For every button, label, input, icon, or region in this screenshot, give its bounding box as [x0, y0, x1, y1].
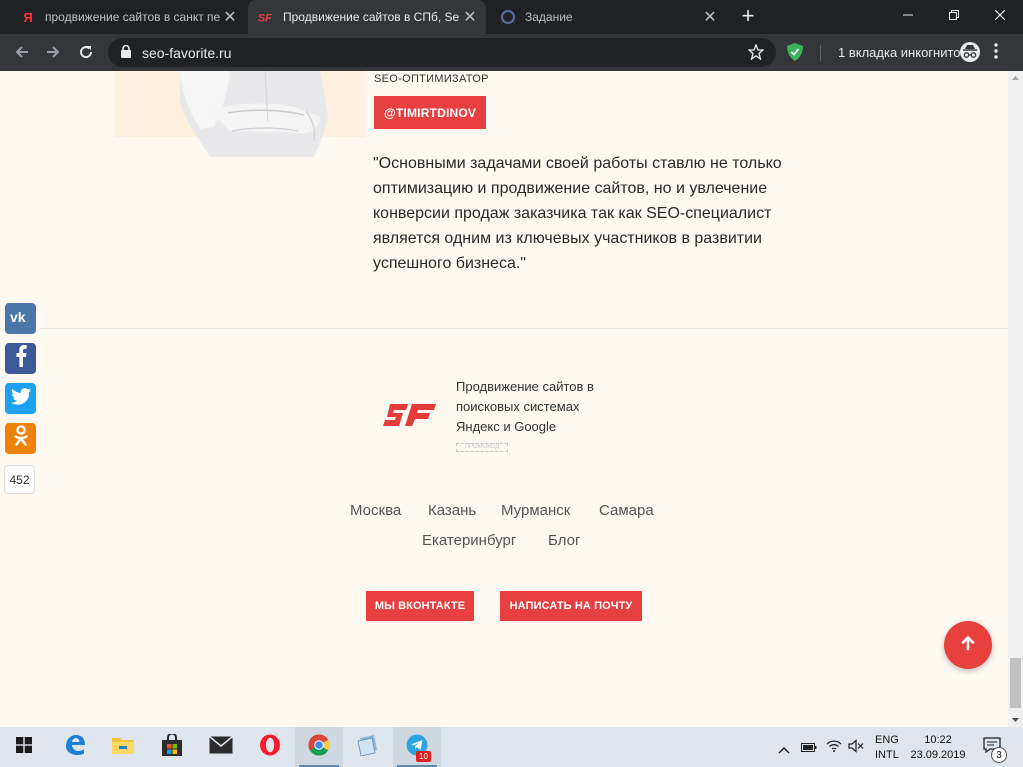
forward-button[interactable] [41, 40, 65, 64]
page-icon [500, 9, 516, 25]
share-facebook-button[interactable] [5, 343, 36, 374]
chrome-icon [308, 734, 330, 761]
close-icon[interactable]: ✕ [460, 7, 480, 27]
incognito-label[interactable]: 1 вкладка инкогнито [838, 45, 961, 60]
tab-yandex-search[interactable]: Я продвижение сайтов в санкт пе ✕ [10, 0, 246, 34]
keyboard-layout: INTL [875, 749, 899, 761]
start-button[interactable] [0, 727, 48, 767]
bookmark-star-icon[interactable] [747, 43, 765, 65]
notification-count-badge: 3 [991, 747, 1007, 763]
tab-seo-favorite[interactable]: SF Продвижение сайтов в СПб, Se ✕ [248, 0, 486, 34]
scroll-up-arrow-icon[interactable] [1008, 71, 1023, 85]
tab-title: Задание [525, 10, 573, 24]
footer-link-ekaterinburg[interactable]: Екатеринбург [422, 532, 516, 549]
mail-icon [209, 735, 233, 759]
keyboard-language[interactable]: ENG INTL [875, 733, 899, 763]
footer-link-blog[interactable]: Блог [548, 532, 580, 549]
address-bar[interactable]: seo-favorite.ru [108, 38, 776, 67]
svg-text:SF: SF [258, 12, 272, 23]
url-text: seo-favorite.ru [142, 45, 232, 61]
folder-icon [111, 735, 135, 760]
windows-logo-icon [16, 736, 32, 758]
telegram-unread-badge: 10 [416, 751, 431, 762]
slogan-line: поисковых системах [456, 399, 580, 414]
share-twitter-button[interactable] [5, 383, 36, 414]
language-code: ENG [875, 734, 899, 746]
adguard-shield-icon[interactable] [787, 43, 803, 66]
slogan-line: Продвижение сайтов в [456, 379, 594, 394]
footer-slogan: Продвижение сайтов в поисковых системах … [456, 377, 626, 437]
opera-icon [259, 734, 281, 761]
author-quote: "Основными задачами своей работы ставлю … [373, 155, 782, 272]
facebook-icon [15, 345, 27, 372]
promo-code-link[interactable]: ПРОМОКОД [456, 443, 508, 452]
back-button[interactable] [10, 40, 34, 64]
incognito-icon[interactable] [959, 42, 981, 67]
tab-title: продвижение сайтов в санкт пе [45, 10, 220, 24]
write-email-button[interactable]: НАПИСАТЬ НА ПОЧТУ [500, 591, 642, 621]
share-odnoklassniki-button[interactable] [5, 423, 36, 454]
show-hidden-icons-chevron-icon[interactable] [778, 741, 790, 759]
close-window-button[interactable] [977, 0, 1023, 30]
battery-icon[interactable] [801, 740, 817, 758]
tab-task[interactable]: Задание ✕ [490, 0, 726, 34]
scrollbar-thumb[interactable] [1010, 658, 1021, 708]
author-role: SEO-ОПТИМИЗАТОР [374, 73, 489, 85]
lock-icon [121, 44, 131, 63]
browser-toolbar: seo-favorite.ru 1 вкладка инкогнито [0, 34, 1023, 71]
seo-favorite-icon: SF [258, 9, 274, 25]
wifi-icon[interactable] [826, 738, 842, 757]
yandex-icon: Я [23, 9, 33, 25]
section-divider [40, 328, 1008, 329]
author-handle-button[interactable]: @TIMIRTDINOV [374, 96, 487, 129]
odnoklassniki-icon [13, 425, 28, 452]
slogan-line: Яндекс и Google [456, 419, 557, 434]
browser-tab-strip: Я продвижение сайтов в санкт пе ✕ SF Про… [0, 0, 1023, 34]
taskbar-opera[interactable] [246, 727, 294, 767]
minimize-button[interactable] [885, 0, 931, 30]
menu-dots-icon[interactable] [994, 43, 998, 64]
volume-muted-icon[interactable] [848, 739, 864, 758]
share-count: 452 [4, 465, 35, 494]
footer-link-moscow[interactable]: Москва [350, 502, 401, 519]
close-icon[interactable]: ✕ [220, 7, 240, 27]
footer-link-samara[interactable]: Самара [599, 502, 654, 519]
taskbar-chrome[interactable] [295, 727, 343, 767]
edge-icon [64, 734, 86, 761]
scroll-down-arrow-icon[interactable] [1008, 713, 1023, 727]
footer-link-kazan[interactable]: Казань [428, 502, 476, 519]
close-icon[interactable]: ✕ [700, 7, 720, 27]
system-clock[interactable]: 10:22 23.09.2019 [908, 733, 968, 763]
reload-button[interactable] [74, 40, 98, 64]
restore-button[interactable] [931, 0, 977, 30]
taskbar-notes-app[interactable] [344, 727, 392, 767]
toolbar-separator [820, 45, 821, 61]
twitter-icon [10, 387, 31, 410]
vk-group-button[interactable]: МЫ ВКОНТАКТЕ [366, 591, 474, 621]
taskbar-file-explorer[interactable] [99, 727, 147, 767]
notepad-icon [357, 734, 379, 761]
store-bag-icon [162, 732, 182, 761]
author-photo [180, 71, 328, 157]
taskbar-mail[interactable] [197, 727, 245, 767]
sf-logo[interactable] [382, 402, 438, 441]
scroll-to-top-button[interactable] [944, 621, 992, 669]
svg-text:vk: vk [10, 310, 26, 323]
share-vk-button[interactable]: vk [5, 303, 36, 334]
tab-title: Продвижение сайтов в СПб, Se [283, 10, 460, 24]
vk-icon: vk [10, 309, 32, 328]
taskbar-edge[interactable] [51, 727, 99, 767]
web-page: SEO-ОПТИМИЗАТОР @TIMIRTDINOV "Основными … [0, 71, 1008, 727]
arrow-up-icon [960, 635, 976, 656]
page-scrollbar[interactable] [1008, 71, 1023, 727]
windows-taskbar: 10 ENG INTL 10:22 23.09.2019 3 [0, 727, 1023, 767]
footer-link-murmansk[interactable]: Мурманск [501, 502, 570, 519]
taskbar-store[interactable] [148, 727, 196, 767]
clock-time: 10:22 [924, 734, 952, 746]
new-tab-button[interactable]: + [736, 5, 760, 29]
clock-date: 23.09.2019 [910, 749, 966, 761]
